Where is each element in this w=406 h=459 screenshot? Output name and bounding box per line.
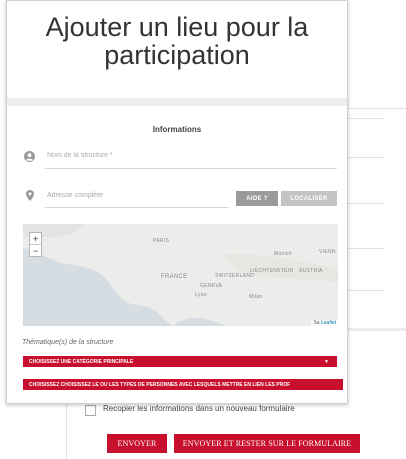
- map-pin-icon: [26, 188, 34, 206]
- locate-button[interactable]: LOCALISER: [281, 191, 337, 206]
- section-title-informations: Informations: [152, 125, 202, 134]
- map-label-paris: PARIS: [153, 238, 170, 244]
- map-label-france: FRANCE: [161, 274, 188, 280]
- send-and-stay-button[interactable]: ENVOYER ET RESTER SUR LE FORMULAIRE: [174, 434, 360, 453]
- category-select-label: CHOISISSEZ UNE CATÉGORIE PRINCIPALE: [29, 358, 134, 365]
- form-divider: [345, 108, 406, 109]
- structure-name-underline: [45, 168, 337, 169]
- attribution-prefix: Sa: [313, 320, 320, 326]
- chevron-down-icon: ▼: [324, 358, 329, 365]
- persons-type-select-label: CHOISISSEZ CHOISISSEZ LE OU LES TYPES DE…: [29, 381, 291, 388]
- address-input[interactable]: Adresse complète: [47, 192, 103, 199]
- map-label-liechtenstein: LIECHTENSTEIN: [250, 268, 294, 274]
- map-zoom-control: + −: [29, 232, 42, 257]
- location-map[interactable]: + − PARIS FRANCE Munich VIENN LIECHTENST…: [23, 224, 338, 326]
- form-divider: [345, 248, 385, 249]
- form-divider: [345, 118, 385, 119]
- zoom-out-button[interactable]: −: [30, 244, 41, 256]
- form-divider: [345, 328, 406, 331]
- form-divider: [345, 290, 385, 291]
- leaflet-link[interactable]: Leaflet: [321, 320, 336, 326]
- map-label-lyon: Lyon: [195, 292, 207, 298]
- modal-title: Ajouter un lieu pour la participation: [45, 12, 309, 70]
- form-left-border: [66, 402, 67, 459]
- map-label-austria: AUSTRIA: [299, 268, 323, 274]
- persons-type-select[interactable]: CHOISISSEZ CHOISISSEZ LE OU LES TYPES DE…: [23, 379, 343, 390]
- thematic-label: Thématique(s) de la structure: [22, 339, 114, 346]
- map-label-milan: Milan: [249, 294, 263, 300]
- form-divider: [345, 203, 385, 204]
- send-button[interactable]: ENVOYER: [107, 434, 167, 453]
- form-divider: [345, 157, 385, 158]
- map-attribution: Sa Leaflet: [311, 320, 338, 326]
- zoom-in-button[interactable]: +: [30, 233, 41, 244]
- map-label-vienna: VIENN: [319, 249, 336, 255]
- add-place-modal: Ajouter un lieu pour la participation In…: [6, 0, 348, 404]
- map-label-switzerland: SWITZERLAND: [215, 273, 255, 279]
- category-select[interactable]: CHOISISSEZ UNE CATÉGORIE PRINCIPALE ▼: [23, 356, 337, 367]
- map-label-geneva: GENEVA: [200, 283, 223, 289]
- structure-name-input[interactable]: Nom de la structure *: [47, 152, 113, 159]
- help-button[interactable]: AIDE ?: [236, 191, 278, 206]
- map-label-munich: Munich: [274, 251, 292, 257]
- copy-info-label: Recopier les informations dans un nouvea…: [103, 404, 295, 413]
- copy-info-checkbox[interactable]: [85, 405, 96, 416]
- address-underline: [45, 207, 229, 208]
- user-icon: [24, 149, 35, 167]
- section-separator: [7, 98, 347, 106]
